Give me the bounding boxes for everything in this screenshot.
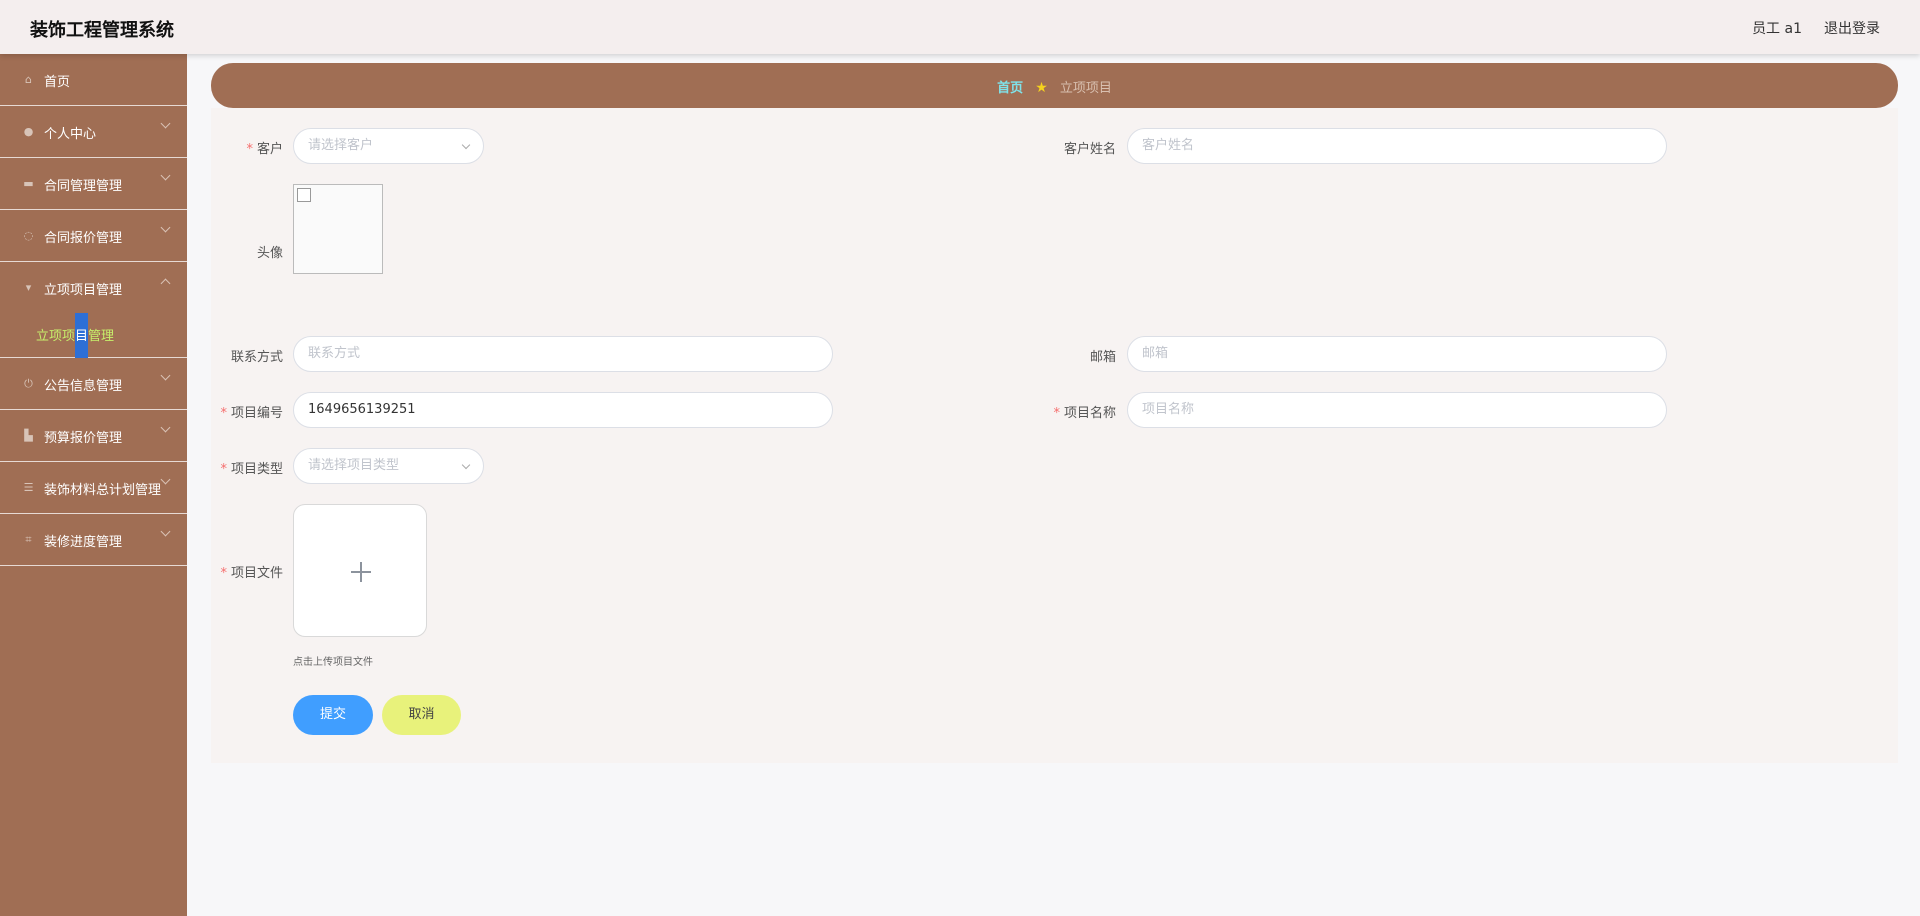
submit-button[interactable]: 提交 <box>293 695 373 735</box>
email-input[interactable]: 邮箱 <box>1127 336 1667 372</box>
chevron-down-icon <box>162 424 169 431</box>
plus-icon-vertical <box>360 562 362 582</box>
chevron-down-icon <box>162 224 169 231</box>
sidebar-item-label: 装饰材料总计划管理 <box>44 483 162 498</box>
sub-label-a: 立项项 <box>36 329 76 344</box>
project-name-input[interactable]: 项目名称 <box>1127 392 1667 428</box>
sidebar-item-personal-center[interactable]: ● 个人中心 <box>0 106 187 158</box>
customer-name-input[interactable]: 客户姓名 <box>1127 128 1667 164</box>
sidebar-item-label: 个人中心 <box>44 127 97 142</box>
sliders-icon: ☰ <box>23 481 34 494</box>
sidebar-item-label: 装修进度管理 <box>44 535 123 550</box>
dotted-circle-icon: ◌ <box>23 229 34 242</box>
app-title: 装饰工程管理系统 <box>30 20 174 41</box>
chevron-down-icon <box>162 172 169 179</box>
customer-select[interactable]: 请选择客户 <box>293 128 484 164</box>
project-no-input[interactable]: 1649656139251 <box>293 392 833 428</box>
sidebar: ⌂ 首页 ● 个人中心 ▬ 合同管理管理 ◌ 合同报价管理 ▾ 立项项目管理 立… <box>0 54 187 916</box>
sidebar-item-project[interactable]: ▾ 立项项目管理 立项项目管理 <box>0 262 187 358</box>
breadcrumb: 首页 ★ 立项项目 <box>211 63 1898 108</box>
project-no-label: * 项目编号 <box>163 402 283 421</box>
customer-select-placeholder: 请选择客户 <box>308 138 374 153</box>
chevron-up-icon <box>162 276 169 287</box>
breadcrumb-home[interactable]: 首页 <box>997 81 1023 96</box>
sidebar-subitem-project[interactable]: 立项项目管理 <box>36 313 115 358</box>
pin-icon: ▾ <box>25 281 32 294</box>
chevron-down-icon <box>162 476 169 483</box>
form-panel <box>211 108 1898 763</box>
customer-label: * 客户 <box>163 138 283 157</box>
project-type-label: * 项目类型 <box>163 458 283 477</box>
chevron-down-icon <box>162 528 169 535</box>
sidebar-item-label: 首页 <box>44 75 71 90</box>
project-name-label: * 项目名称 <box>996 402 1116 421</box>
project-name-placeholder: 项目名称 <box>1142 402 1195 417</box>
current-user: 员工 a1 <box>1752 21 1802 37</box>
crop-icon: ⌗ <box>25 533 32 546</box>
thumb-icon: ▙ <box>24 429 33 442</box>
required-mark: * <box>1053 406 1060 421</box>
cancel-button[interactable]: 取消 <box>382 695 461 735</box>
customer-name-label: 客户姓名 <box>1063 142 1116 157</box>
sub-label-highlight: 目 <box>75 313 89 358</box>
sidebar-item-label: 预算报价管理 <box>44 431 123 446</box>
project-type-select[interactable]: 请选择项目类型 <box>293 448 484 484</box>
chevron-down-icon <box>461 140 471 150</box>
project-file-label-text: 项目文件 <box>230 566 283 581</box>
top-header: 装饰工程管理系统 员工 a1 退出登录 <box>0 0 1920 54</box>
upload-hint: 点击上传项目文件 <box>293 657 373 668</box>
sidebar-item-budget[interactable]: ▙ 预算报价管理 <box>0 410 187 462</box>
customer-label-text: 客户 <box>256 142 283 157</box>
sidebar-item-material-plan[interactable]: ☰ 装饰材料总计划管理 <box>0 462 187 514</box>
sidebar-item-label: 立项项目管理 <box>44 283 123 298</box>
required-mark: * <box>246 142 253 157</box>
sidebar-item-progress[interactable]: ⌗ 装修进度管理 <box>0 514 187 566</box>
power-icon: ⏻ <box>24 377 33 390</box>
required-mark: * <box>220 566 227 581</box>
logout-link[interactable]: 退出登录 <box>1824 18 1880 38</box>
contact-placeholder: 联系方式 <box>308 346 361 361</box>
sidebar-item-contract-quote[interactable]: ◌ 合同报价管理 <box>0 210 187 262</box>
chevron-down-icon <box>162 120 169 127</box>
star-icon: ★ <box>1035 80 1048 96</box>
project-no-label-text: 项目编号 <box>230 406 283 421</box>
project-name-label-text: 项目名称 <box>1063 406 1116 421</box>
email-label: 邮箱 <box>1089 350 1116 365</box>
sidebar-item-label: 公告信息管理 <box>44 379 123 394</box>
sidebar-item-contract[interactable]: ▬ 合同管理管理 <box>0 158 187 210</box>
breadcrumb-current: 立项项目 <box>1059 81 1112 96</box>
customer-name-placeholder: 客户姓名 <box>1142 138 1195 153</box>
required-mark: * <box>220 462 227 477</box>
sidebar-item-home[interactable]: ⌂ 首页 <box>0 54 187 106</box>
email-placeholder: 邮箱 <box>1142 346 1169 361</box>
chevron-down-icon <box>162 372 169 379</box>
user-icon: ● <box>23 125 34 138</box>
briefcase-icon: ▬ <box>23 177 34 190</box>
project-type-placeholder: 请选择项目类型 <box>308 458 400 473</box>
required-mark: * <box>220 406 227 421</box>
sub-label-b: 管理 <box>88 329 115 344</box>
contact-input[interactable]: 联系方式 <box>293 336 833 372</box>
contact-label: 联系方式 <box>230 350 283 365</box>
sidebar-item-notice[interactable]: ⏻ 公告信息管理 <box>0 358 187 410</box>
home-icon: ⌂ <box>25 73 32 86</box>
sidebar-item-label: 合同报价管理 <box>44 231 123 246</box>
sidebar-item-label: 合同管理管理 <box>44 179 123 194</box>
project-type-label-text: 项目类型 <box>230 462 283 477</box>
file-upload-area[interactable] <box>293 504 427 637</box>
avatar-label: 头像 <box>256 246 283 261</box>
project-file-label: * 项目文件 <box>163 562 283 581</box>
avatar <box>293 184 383 274</box>
broken-image-icon <box>297 188 311 202</box>
chevron-down-icon <box>461 460 471 470</box>
